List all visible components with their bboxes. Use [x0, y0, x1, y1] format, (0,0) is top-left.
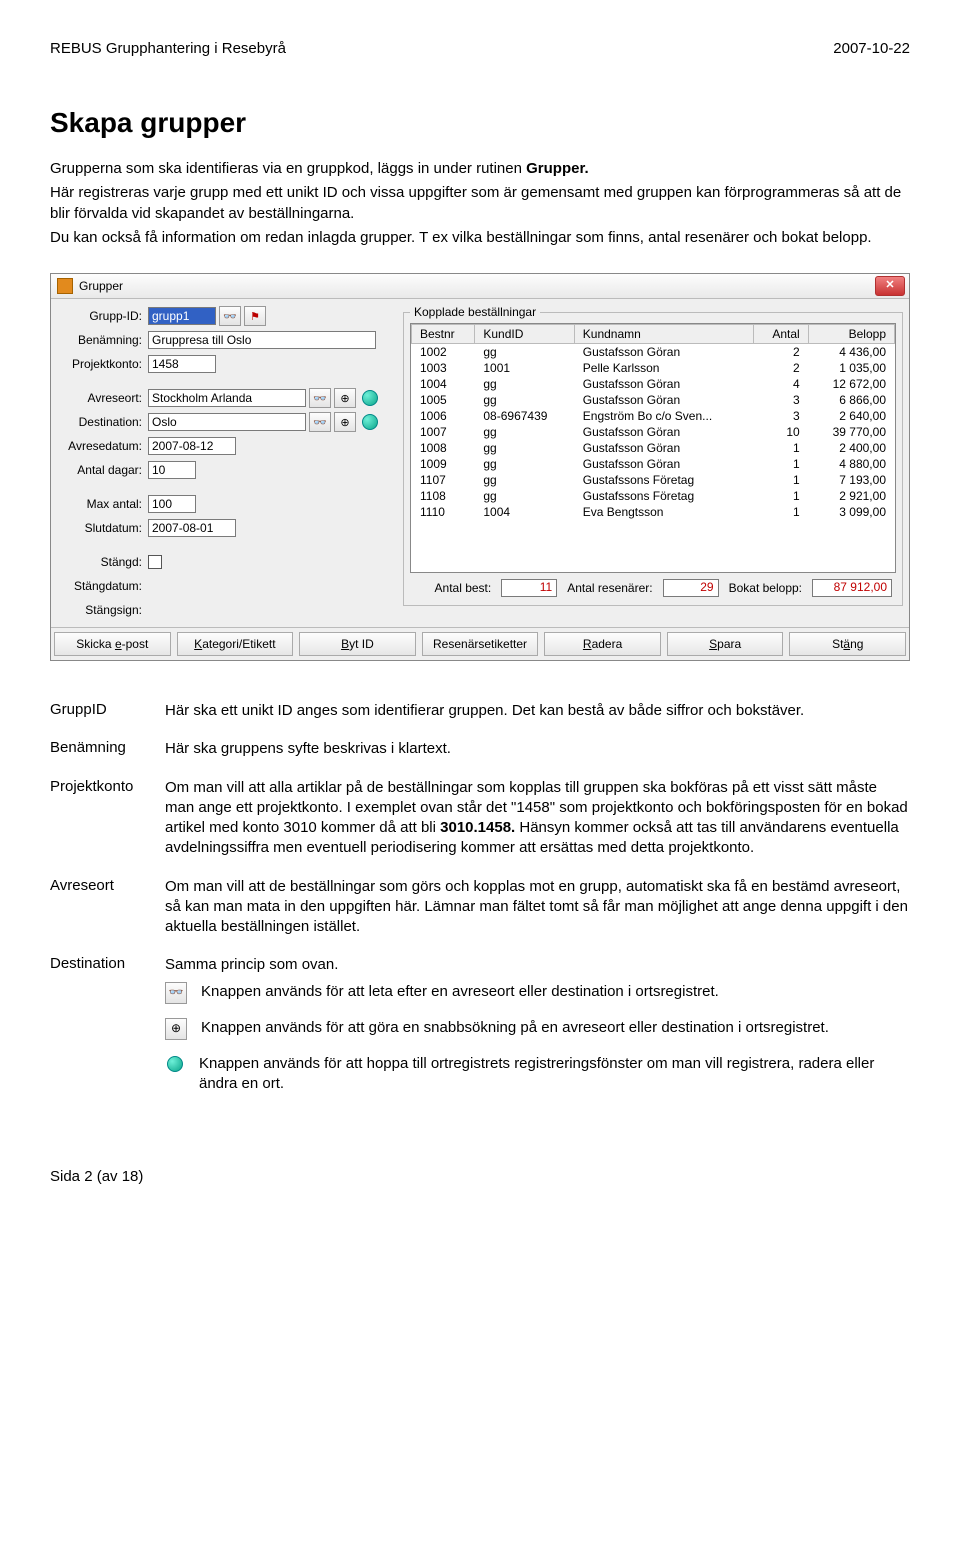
goto-icon	[165, 1054, 185, 1074]
table-row[interactable]: 1107ggGustafssons Företag17 193,00	[412, 472, 895, 488]
magnify-icon[interactable]: ⊕	[334, 388, 356, 408]
sum-antalres-val: 29	[663, 579, 719, 597]
table-row[interactable]: 100608-6967439Engström Bo c/o Sven...32 …	[412, 408, 895, 424]
bytid-button[interactable]: Byt ID	[299, 632, 416, 656]
avreseort-input[interactable]	[148, 389, 306, 407]
def-term-destination: Destination	[50, 955, 165, 1108]
button-bar: Skicka e-post Kategori/Etikett Byt ID Re…	[51, 627, 909, 660]
spara-button[interactable]: Spara	[667, 632, 784, 656]
resenars-button[interactable]: Resenärsetiketter	[422, 632, 539, 656]
definitions: GruppID Här ska ett unikt ID anges som i…	[50, 701, 910, 1108]
intro-p3: Du kan också få information om redan inl…	[50, 228, 910, 248]
label-benamning: Benämning:	[57, 333, 148, 347]
intro-p1a: Grupperna som ska identifieras via en gr…	[50, 160, 526, 177]
orders-table: Bestnr KundID Kundnamn Antal Belopp 1002…	[411, 324, 895, 520]
orders-table-wrap[interactable]: Bestnr KundID Kundnamn Antal Belopp 1002…	[410, 323, 896, 573]
label-stangsign: Stängsign:	[57, 603, 148, 617]
doc-header: REBUS Grupphantering i Resebyrå 2007-10-…	[50, 40, 910, 57]
th-belopp[interactable]: Belopp	[808, 325, 894, 344]
table-row[interactable]: 1009ggGustafsson Göran14 880,00	[412, 456, 895, 472]
def-term-projektkonto: Projektkonto	[50, 778, 165, 859]
label-stangdatum: Stängdatum:	[57, 579, 148, 593]
icon2-text: Knappen används för att göra en snabbsök…	[201, 1018, 829, 1038]
dialog-title: Grupper	[79, 279, 123, 293]
sum-antalbest-val: 11	[501, 579, 557, 597]
page-title: Skapa grupper	[50, 107, 910, 139]
avresedatum-input[interactable]	[148, 437, 236, 455]
goto-icon[interactable]	[362, 390, 378, 406]
table-row[interactable]: 11101004Eva Bengtsson13 099,00	[412, 504, 895, 520]
sum-antalres-label: Antal resenärer:	[567, 581, 652, 595]
maxantal-input[interactable]	[148, 495, 196, 513]
icon3-text: Knappen används för att hoppa till ortre…	[199, 1054, 910, 1095]
label-destination: Destination:	[57, 415, 148, 429]
radera-button[interactable]: Radera	[544, 632, 661, 656]
kopplade-legend: Kopplade beställningar	[410, 305, 540, 319]
kopplade-fieldset: Kopplade beställningar Bestnr KundID Kun…	[403, 305, 903, 606]
header-left: REBUS Grupphantering i Resebyrå	[50, 40, 286, 57]
def-body-avreseort: Om man vill att de beställningar som gör…	[165, 877, 910, 938]
label-slutdatum: Slutdatum:	[57, 521, 148, 535]
def-body-gruppid: Här ska ett unikt ID anges som identifie…	[165, 701, 910, 721]
sum-bokat-label: Bokat belopp:	[729, 581, 802, 595]
header-right: 2007-10-22	[833, 40, 910, 57]
goto-icon[interactable]	[362, 414, 378, 430]
binoculars-icon[interactable]: 👓	[219, 306, 241, 326]
th-bestnr[interactable]: Bestnr	[412, 325, 475, 344]
form-panel: Grupp-ID: 👓 ⚑ Benämning: Projektkonto: A…	[57, 305, 397, 623]
th-kundnamn[interactable]: Kundnamn	[574, 325, 754, 344]
sum-antalbest-label: Antal best:	[435, 581, 492, 595]
grupper-dialog: Grupper ✕ Grupp-ID: 👓 ⚑ Benämning: Proje…	[50, 273, 910, 661]
def-term-gruppid: GruppID	[50, 701, 165, 721]
table-row[interactable]: 1108ggGustafssons Företag12 921,00	[412, 488, 895, 504]
magnify-icon: ⊕	[165, 1018, 187, 1040]
label-gruppid: Grupp-ID:	[57, 309, 148, 323]
slutdatum-input[interactable]	[148, 519, 236, 537]
flag-icon[interactable]: ⚑	[244, 306, 266, 326]
stangd-checkbox[interactable]	[148, 555, 162, 569]
th-antal[interactable]: Antal	[754, 325, 808, 344]
def-term-avreseort: Avreseort	[50, 877, 165, 938]
table-row[interactable]: 1007ggGustafsson Göran1039 770,00	[412, 424, 895, 440]
destination-input[interactable]	[148, 413, 306, 431]
intro-p2: Här registreras varje grupp med ett unik…	[50, 183, 910, 224]
table-row[interactable]: 1004ggGustafsson Göran412 672,00	[412, 376, 895, 392]
projektkonto-input[interactable]	[148, 355, 216, 373]
icon1-text: Knappen används för att leta efter en av…	[201, 982, 719, 1002]
binoculars-icon[interactable]: 👓	[309, 388, 331, 408]
gruppid-input[interactable]	[148, 307, 216, 325]
epost-button[interactable]: Skicka e-post	[54, 632, 171, 656]
close-icon[interactable]: ✕	[875, 276, 905, 296]
label-avreseort: Avreseort:	[57, 391, 148, 405]
table-row[interactable]: 1002ggGustafsson Göran24 436,00	[412, 344, 895, 361]
label-antaldagar: Antal dagar:	[57, 463, 148, 477]
label-projektkonto: Projektkonto:	[57, 357, 148, 371]
table-row[interactable]: 1008ggGustafsson Göran12 400,00	[412, 440, 895, 456]
def-body-benamning: Här ska gruppens syfte beskrivas i klart…	[165, 739, 910, 759]
sum-bokat-val: 87 912,00	[812, 579, 892, 597]
page-footer: Sida 2 (av 18)	[50, 1168, 910, 1185]
stang-button[interactable]: Stäng	[789, 632, 906, 656]
binoculars-icon: 👓	[165, 982, 187, 1004]
def-body-destination: Samma princip som ovan. 👓 Knappen använd…	[165, 955, 910, 1108]
magnify-icon[interactable]: ⊕	[334, 412, 356, 432]
kategori-button[interactable]: Kategori/Etikett	[177, 632, 294, 656]
titlebar: Grupper ✕	[51, 274, 909, 299]
def-term-benamning: Benämning	[50, 739, 165, 759]
def-body-projektkonto: Om man vill att alla artiklar på de best…	[165, 778, 910, 859]
antaldagar-input[interactable]	[148, 461, 196, 479]
binoculars-icon[interactable]: 👓	[309, 412, 331, 432]
label-stangd: Stängd:	[57, 555, 148, 569]
intro-p1b: Grupper.	[526, 160, 589, 177]
label-maxantal: Max antal:	[57, 497, 148, 511]
benamning-input[interactable]	[148, 331, 376, 349]
summary-row: Antal best: 11 Antal resenärer: 29 Bokat…	[410, 573, 896, 599]
app-icon	[57, 278, 73, 294]
table-row[interactable]: 10031001Pelle Karlsson21 035,00	[412, 360, 895, 376]
intro-block: Grupperna som ska identifieras via en gr…	[50, 159, 910, 248]
th-kundid[interactable]: KundID	[475, 325, 574, 344]
label-avresedatum: Avresedatum:	[57, 439, 148, 453]
table-row[interactable]: 1005ggGustafsson Göran36 866,00	[412, 392, 895, 408]
